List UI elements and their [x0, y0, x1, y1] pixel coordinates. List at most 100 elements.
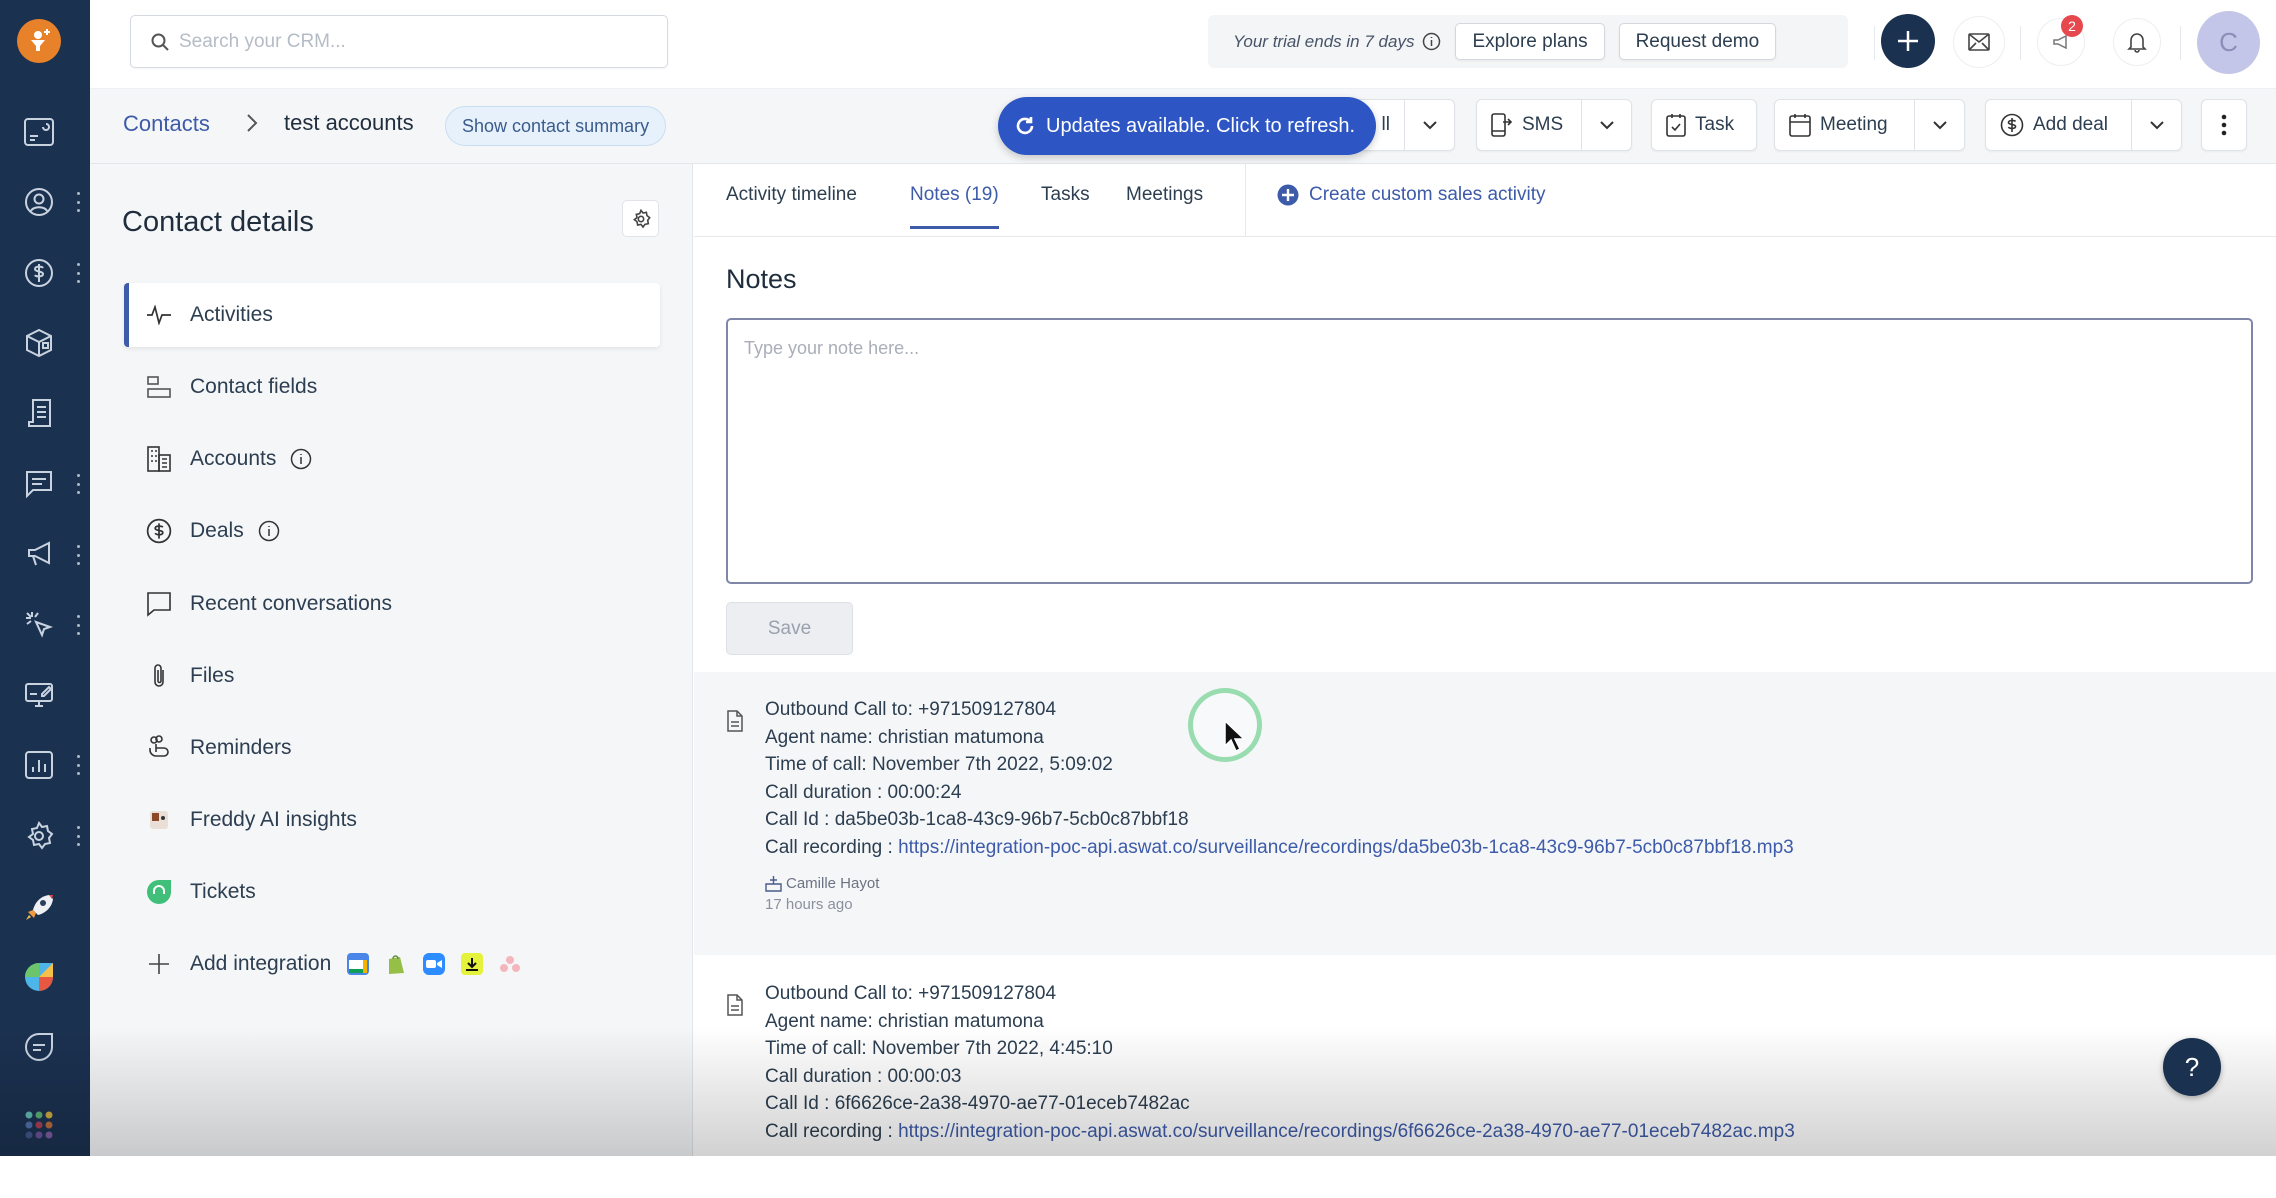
menu-item-tickets[interactable]: Tickets — [124, 860, 660, 924]
more-vertical-icon — [2221, 114, 2227, 136]
notes-heading: Notes — [726, 264, 797, 295]
menu-item-label: Recent conversations — [190, 592, 392, 616]
download-app-icon[interactable] — [461, 953, 483, 975]
divider — [1874, 26, 1875, 60]
search-input[interactable] — [179, 31, 639, 53]
campaigns-icon[interactable] — [22, 537, 56, 571]
chevron-right-icon — [246, 113, 258, 133]
info-icon[interactable] — [1422, 32, 1441, 51]
search-box[interactable] — [130, 15, 668, 68]
note-line: Outbound Call to: +971509127804 — [765, 980, 1795, 1008]
freshworks-icon[interactable] — [22, 960, 56, 994]
note-line: Time of call: November 7th 2022, 5:09:02 — [765, 751, 1794, 779]
building-icon — [144, 444, 174, 474]
dollar-circle-icon — [2000, 113, 2024, 137]
google-calendar-icon[interactable] — [347, 953, 369, 975]
menu-item-recent-conversations[interactable]: Recent conversations — [124, 572, 660, 636]
help-button[interactable]: ? — [2163, 1038, 2221, 1096]
refresh-icon — [1014, 115, 1036, 137]
icon-sidebar — [0, 0, 90, 1156]
deals-icon[interactable] — [22, 256, 56, 290]
contacts-menu-dots[interactable] — [76, 192, 80, 212]
note-recording-line: Call recording : https://integration-poc… — [765, 1118, 1795, 1146]
request-demo-button[interactable]: Request demo — [1619, 23, 1777, 60]
dashboard-icon[interactable] — [22, 115, 56, 149]
contacts-icon[interactable] — [22, 185, 56, 219]
menu-item-add-integration[interactable]: Add integration — [124, 932, 660, 996]
menu-item-files[interactable]: Files — [124, 644, 660, 708]
zoom-icon[interactable] — [423, 953, 445, 975]
note-line: Outbound Call to: +971509127804 — [765, 696, 1794, 724]
activity-icon — [144, 300, 174, 330]
menu-item-contact-fields[interactable]: Contact fields — [124, 355, 660, 419]
meeting-button[interactable]: Meeting — [1775, 100, 1914, 150]
menu-item-freddy-ai-insights[interactable]: Freddy AI insights — [124, 788, 660, 852]
note-item: Outbound Call to: +971509127804 Agent na… — [694, 672, 2276, 955]
asana-icon[interactable] — [499, 953, 521, 975]
apps-grid-icon[interactable] — [22, 1108, 56, 1142]
conversations-menu-dots[interactable] — [76, 474, 80, 494]
tab-tasks[interactable]: Tasks — [1041, 184, 1090, 226]
settings-icon[interactable] — [22, 819, 56, 853]
reports-icon[interactable] — [22, 748, 56, 782]
menu-item-label: Reminders — [190, 736, 292, 760]
freshsales-logo[interactable] — [17, 19, 61, 63]
quick-add-button[interactable] — [1881, 14, 1935, 68]
sms-dropdown-button[interactable] — [1581, 100, 1631, 150]
deals-menu-dots[interactable] — [76, 263, 80, 283]
note-textarea[interactable] — [726, 318, 2253, 584]
recording-link[interactable]: https://integration-poc-api.aswat.co/sur… — [898, 837, 1794, 858]
menu-item-label: Activities — [190, 303, 273, 327]
more-actions-button[interactable] — [2201, 99, 2247, 151]
task-button[interactable]: Task — [1651, 99, 1757, 151]
campaigns-menu-dots[interactable] — [76, 545, 80, 565]
rocket-icon[interactable] — [22, 890, 56, 924]
meeting-dropdown-button[interactable] — [1914, 100, 1964, 150]
menu-item-label: Deals — [190, 519, 244, 543]
shopify-icon[interactable] — [385, 953, 407, 975]
menu-item-activities[interactable]: Activities — [124, 283, 660, 347]
recording-link[interactable]: https://integration-poc-api.aswat.co/sur… — [898, 1121, 1795, 1142]
menu-item-deals[interactable]: Deals — [124, 499, 660, 563]
tabs-divider — [1245, 164, 1246, 237]
show-contact-summary-button[interactable]: Show contact summary — [445, 106, 666, 146]
menu-item-accounts[interactable]: Accounts — [124, 427, 660, 491]
menu-item-reminders[interactable]: Reminders — [124, 716, 660, 780]
products-icon[interactable] — [22, 326, 56, 360]
call-dropdown-button[interactable] — [1404, 100, 1454, 150]
create-custom-sales-activity-link[interactable]: Create custom sales activity — [1277, 184, 1546, 206]
top-bar: Your trial ends in 7 days Explore plans … — [90, 0, 2276, 88]
chat-icon[interactable] — [22, 1030, 56, 1064]
trial-banner: Your trial ends in 7 days Explore plans … — [1208, 15, 1848, 68]
menu-item-label: Add integration — [190, 952, 331, 976]
user-avatar[interactable]: C — [2197, 11, 2260, 74]
breadcrumb-contacts-link[interactable]: Contacts — [123, 111, 210, 137]
tab-activity-timeline[interactable]: Activity timeline — [726, 184, 857, 226]
tab-notes[interactable]: Notes (19) — [910, 184, 999, 229]
info-icon[interactable] — [290, 448, 312, 470]
add-deal-button[interactable]: Add deal — [1986, 100, 2131, 150]
save-note-button[interactable]: Save — [726, 602, 853, 655]
reports-menu-dots[interactable] — [76, 755, 80, 775]
notifications-button[interactable] — [2113, 18, 2161, 66]
add-deal-dropdown-button[interactable] — [2131, 100, 2181, 150]
contact-details-settings-button[interactable] — [622, 200, 659, 237]
recording-label: Call recording : — [765, 1121, 898, 1142]
plus-circle-icon — [1277, 184, 1299, 206]
explore-plans-button[interactable]: Explore plans — [1455, 23, 1604, 60]
tab-meetings[interactable]: Meetings — [1126, 184, 1203, 226]
automation-menu-dots[interactable] — [76, 615, 80, 635]
alerts-button[interactable]: 2 — [2037, 18, 2085, 66]
marketplace-icon[interactable] — [22, 678, 56, 712]
documents-icon[interactable] — [22, 396, 56, 430]
settings-menu-dots[interactable] — [76, 826, 80, 846]
email-button[interactable] — [1953, 16, 2005, 68]
sms-button[interactable]: SMS — [1477, 100, 1581, 150]
updates-toast[interactable]: Updates available. Click to refresh. — [998, 97, 1376, 155]
info-icon[interactable] — [258, 520, 280, 542]
automation-icon[interactable] — [22, 608, 56, 642]
sms-label: SMS — [1522, 114, 1563, 136]
author-name: Camille Hayot — [786, 875, 879, 892]
conversations-icon[interactable] — [22, 467, 56, 501]
menu-item-label: Accounts — [190, 447, 276, 471]
